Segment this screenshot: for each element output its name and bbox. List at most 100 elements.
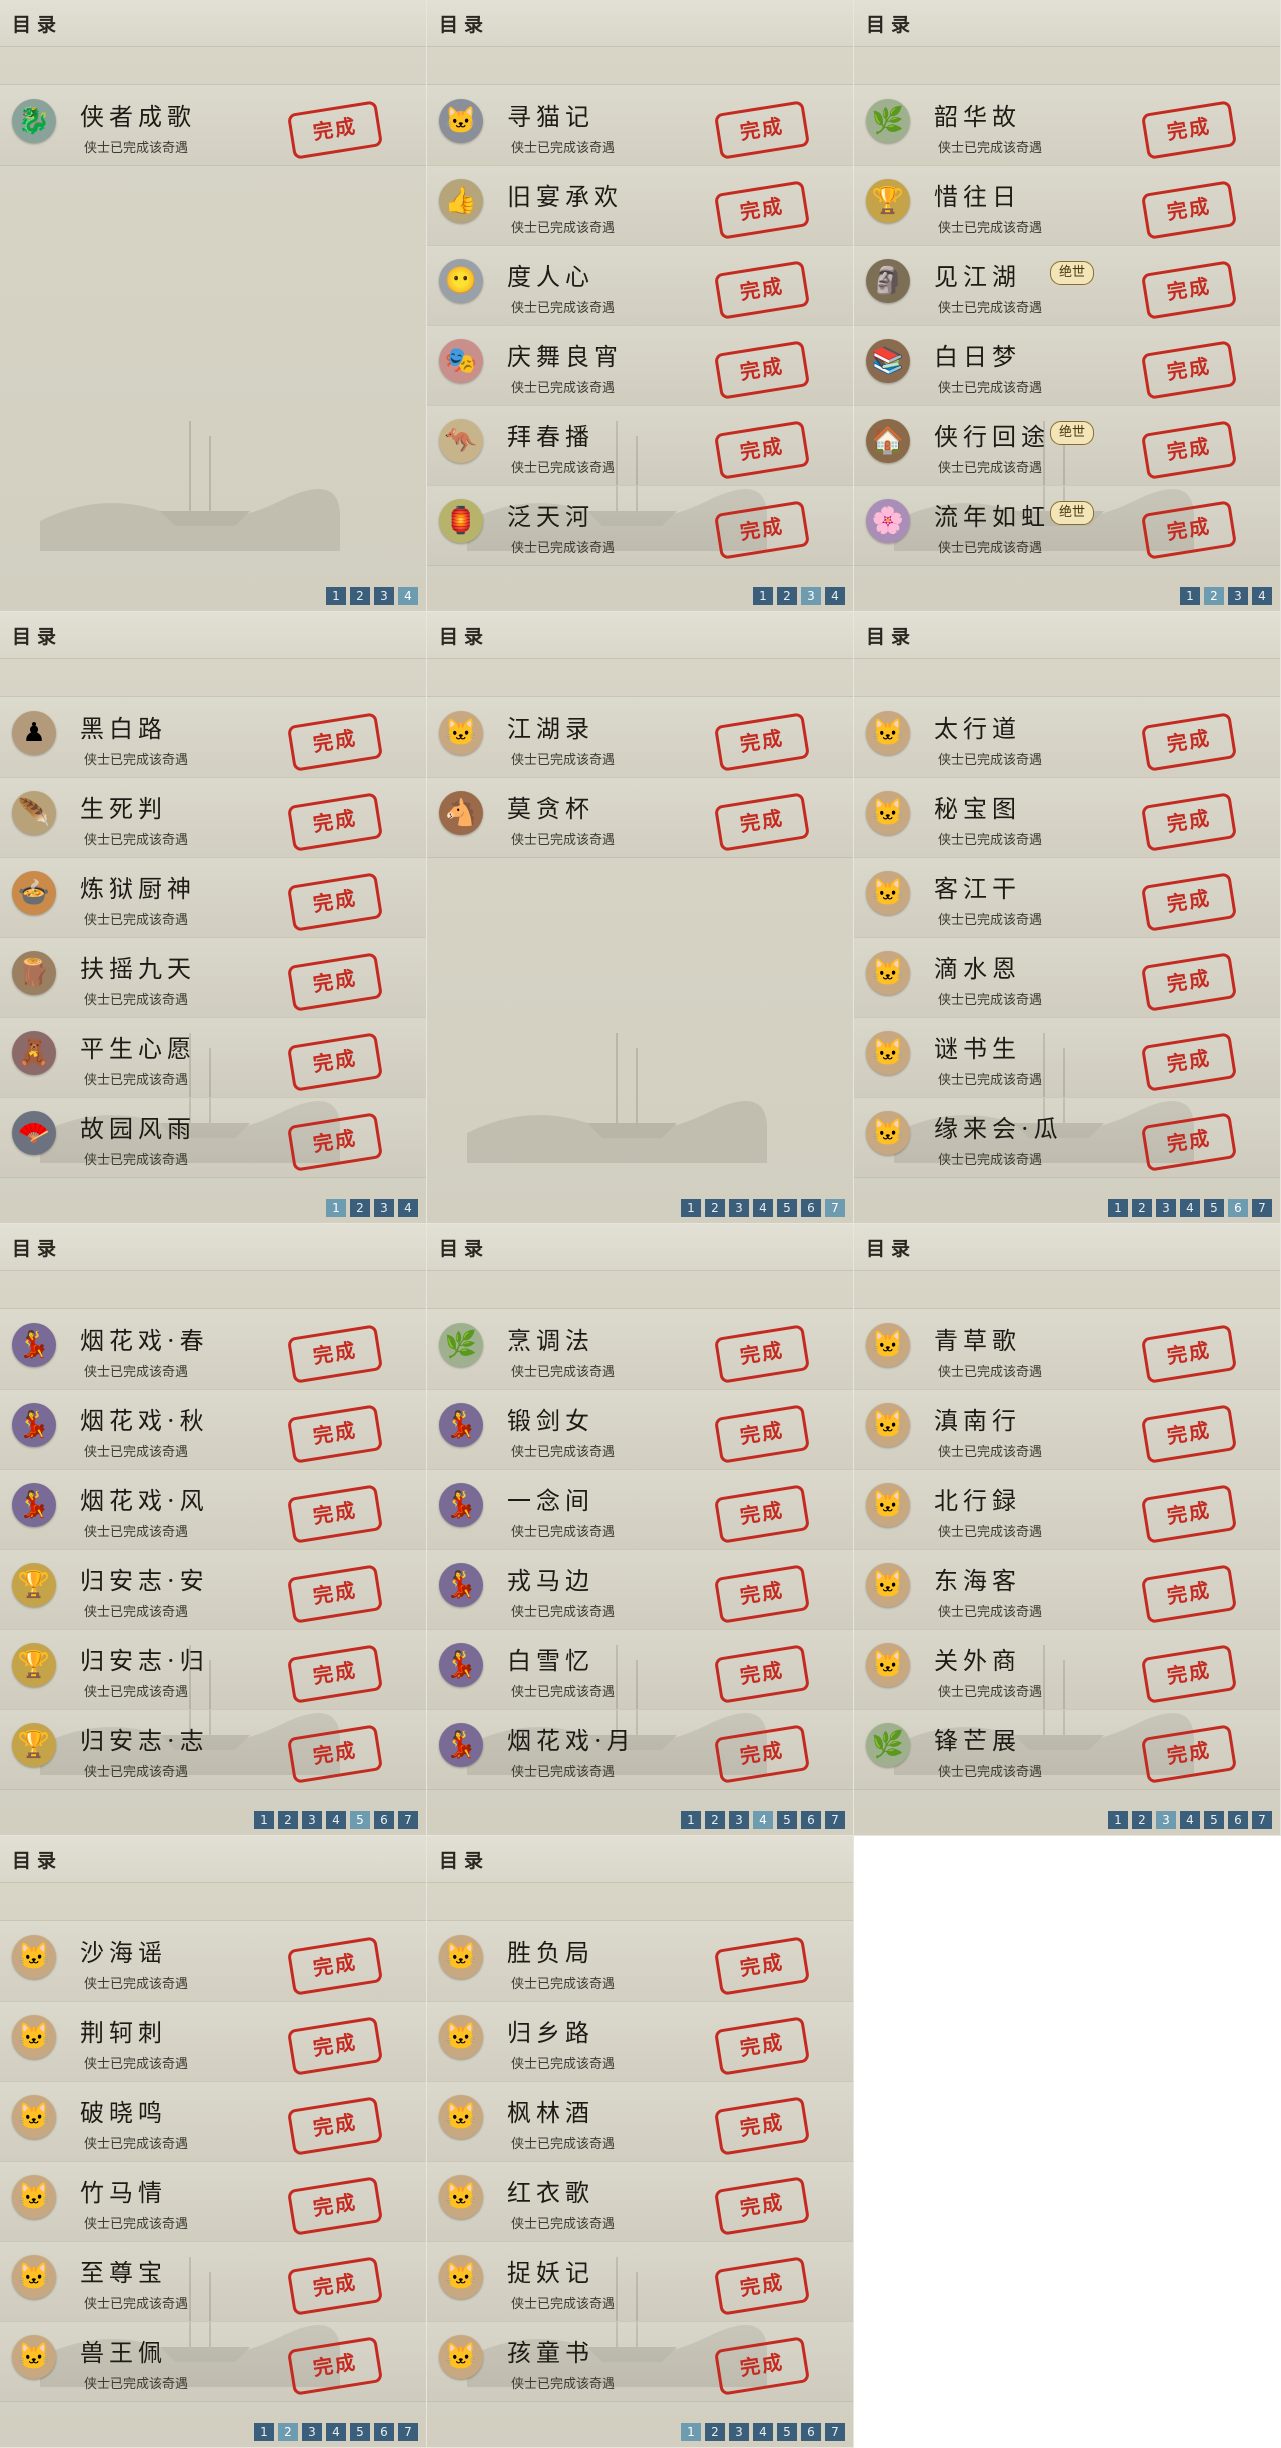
page-button[interactable]: 4 (753, 1811, 773, 1829)
encounter-list-item[interactable]: 🍲 炼狱厨神 侠士已完成该奇遇 完成 (0, 857, 426, 938)
page-button[interactable]: 1 (1180, 587, 1200, 605)
page-button[interactable]: 5 (1204, 1811, 1224, 1829)
page-button[interactable]: 2 (278, 1811, 298, 1829)
encounter-list-item[interactable]: 🐱 关外商 侠士已完成该奇遇 完成 (854, 1629, 1280, 1710)
page-button[interactable]: 3 (302, 1811, 322, 1829)
page-button[interactable]: 1 (681, 2423, 701, 2441)
encounter-list-item[interactable]: 💃 烟花戏·月 侠士已完成该奇遇 完成 (427, 1709, 853, 1790)
page-button[interactable]: 2 (705, 1811, 725, 1829)
page-button[interactable]: 4 (326, 2423, 346, 2441)
encounter-list-item[interactable]: 🐱 谜书生 侠士已完成该奇遇 完成 (854, 1017, 1280, 1098)
encounter-list-item[interactable]: 🐱 归乡路 侠士已完成该奇遇 完成 (427, 2001, 853, 2082)
page-button[interactable]: 1 (326, 1199, 346, 1217)
page-button[interactable]: 2 (1204, 587, 1224, 605)
page-button[interactable]: 7 (825, 1811, 845, 1829)
page-button[interactable]: 3 (374, 1199, 394, 1217)
encounter-list-item[interactable]: 💃 烟花戏·春 侠士已完成该奇遇 完成 (0, 1309, 426, 1390)
encounter-list-item[interactable]: 🎭 庆舞良宵 侠士已完成该奇遇 完成 (427, 325, 853, 406)
page-button[interactable]: 2 (350, 587, 370, 605)
encounter-list-item[interactable]: 🗿 见江湖 绝世 侠士已完成该奇遇 完成 (854, 245, 1280, 326)
page-button[interactable]: 4 (1252, 587, 1272, 605)
page-button[interactable]: 5 (350, 1811, 370, 1829)
page-button[interactable]: 1 (753, 587, 773, 605)
encounter-list-item[interactable]: 👍 旧宴承欢 侠士已完成该奇遇 完成 (427, 165, 853, 246)
encounter-list-item[interactable]: 🐱 北行録 侠士已完成该奇遇 完成 (854, 1469, 1280, 1550)
page-button[interactable]: 3 (729, 1811, 749, 1829)
page-button[interactable]: 4 (825, 587, 845, 605)
page-button[interactable]: 3 (1156, 1811, 1176, 1829)
page-button[interactable]: 6 (374, 2423, 394, 2441)
encounter-list-item[interactable]: 😶 度人心 侠士已完成该奇遇 完成 (427, 245, 853, 326)
encounter-list-item[interactable]: 🐱 客江干 侠士已完成该奇遇 完成 (854, 857, 1280, 938)
page-button[interactable]: 4 (1180, 1811, 1200, 1829)
page-button[interactable]: 6 (1228, 1811, 1248, 1829)
encounter-list-item[interactable]: 🐱 秘宝图 侠士已完成该奇遇 完成 (854, 777, 1280, 858)
encounter-list-item[interactable]: 🐱 红衣歌 侠士已完成该奇遇 完成 (427, 2161, 853, 2242)
page-button[interactable]: 6 (801, 1811, 821, 1829)
encounter-list-item[interactable]: 🌿 锋芒展 侠士已完成该奇遇 完成 (854, 1709, 1280, 1790)
page-button[interactable]: 3 (374, 587, 394, 605)
encounter-list-item[interactable]: 🪶 生死判 侠士已完成该奇遇 完成 (0, 777, 426, 858)
encounter-list-item[interactable]: 📚 白日梦 侠士已完成该奇遇 完成 (854, 325, 1280, 406)
page-button[interactable]: 2 (278, 2423, 298, 2441)
encounter-list-item[interactable]: 🐱 滴水恩 侠士已完成该奇遇 完成 (854, 937, 1280, 1018)
page-button[interactable]: 3 (1156, 1199, 1176, 1217)
page-button[interactable]: 1 (326, 587, 346, 605)
page-button[interactable]: 4 (753, 2423, 773, 2441)
encounter-list-item[interactable]: 🐱 孩童书 侠士已完成该奇遇 完成 (427, 2321, 853, 2402)
encounter-list-item[interactable]: 💃 锻剑女 侠士已完成该奇遇 完成 (427, 1389, 853, 1470)
encounter-list-item[interactable]: 🐴 莫贪杯 侠士已完成该奇遇 完成 (427, 777, 853, 858)
encounter-list-item[interactable]: 🐱 沙海谣 侠士已完成该奇遇 完成 (0, 1921, 426, 2002)
encounter-list-item[interactable]: 🐱 捉妖记 侠士已完成该奇遇 完成 (427, 2241, 853, 2322)
encounter-list-item[interactable]: 🏆 归安志·安 侠士已完成该奇遇 完成 (0, 1549, 426, 1630)
encounter-list-item[interactable]: 🐱 寻猫记 侠士已完成该奇遇 完成 (427, 85, 853, 166)
page-button[interactable]: 1 (254, 1811, 274, 1829)
encounter-list-item[interactable]: 🐱 破晓鸣 侠士已完成该奇遇 完成 (0, 2081, 426, 2162)
encounter-list-item[interactable]: 🐱 兽王佩 侠士已完成该奇遇 完成 (0, 2321, 426, 2402)
encounter-list-item[interactable]: 🐱 胜负局 侠士已完成该奇遇 完成 (427, 1921, 853, 2002)
encounter-list-item[interactable]: 🐱 至尊宝 侠士已完成该奇遇 完成 (0, 2241, 426, 2322)
page-button[interactable]: 4 (398, 587, 418, 605)
page-button[interactable]: 5 (777, 2423, 797, 2441)
page-button[interactable]: 2 (705, 1199, 725, 1217)
page-button[interactable]: 1 (1108, 1199, 1128, 1217)
page-button[interactable]: 1 (254, 2423, 274, 2441)
encounter-list-item[interactable]: 🌿 韶华故 侠士已完成该奇遇 完成 (854, 85, 1280, 166)
page-button[interactable]: 4 (753, 1199, 773, 1217)
page-button[interactable]: 3 (801, 587, 821, 605)
page-button[interactable]: 3 (729, 2423, 749, 2441)
encounter-list-item[interactable]: 💃 白雪忆 侠士已完成该奇遇 完成 (427, 1629, 853, 1710)
page-button[interactable]: 4 (326, 1811, 346, 1829)
encounter-list-item[interactable]: 🪭 故园风雨 侠士已完成该奇遇 完成 (0, 1097, 426, 1178)
page-button[interactable]: 2 (777, 587, 797, 605)
page-button[interactable]: 2 (350, 1199, 370, 1217)
encounter-list-item[interactable]: 🧸 平生心愿 侠士已完成该奇遇 完成 (0, 1017, 426, 1098)
encounter-list-item[interactable]: 🐱 荆轲刺 侠士已完成该奇遇 完成 (0, 2001, 426, 2082)
page-button[interactable]: 7 (1252, 1811, 1272, 1829)
page-button[interactable]: 7 (398, 2423, 418, 2441)
page-button[interactable]: 3 (729, 1199, 749, 1217)
page-button[interactable]: 6 (801, 1199, 821, 1217)
encounter-list-item[interactable]: 🏆 归安志·志 侠士已完成该奇遇 完成 (0, 1709, 426, 1790)
encounter-list-item[interactable]: 🐱 东海客 侠士已完成该奇遇 完成 (854, 1549, 1280, 1630)
page-button[interactable]: 1 (1108, 1811, 1128, 1829)
page-button[interactable]: 5 (1204, 1199, 1224, 1217)
encounter-list-item[interactable]: 🐱 枫林酒 侠士已完成该奇遇 完成 (427, 2081, 853, 2162)
encounter-list-item[interactable]: 🐱 竹马情 侠士已完成该奇遇 完成 (0, 2161, 426, 2242)
encounter-list-item[interactable]: 💃 烟花戏·风 侠士已完成该奇遇 完成 (0, 1469, 426, 1550)
encounter-list-item[interactable]: 🪵 扶摇九天 侠士已完成该奇遇 完成 (0, 937, 426, 1018)
page-button[interactable]: 6 (374, 1811, 394, 1829)
page-button[interactable]: 3 (302, 2423, 322, 2441)
page-button[interactable]: 7 (825, 1199, 845, 1217)
page-button[interactable]: 4 (398, 1199, 418, 1217)
encounter-list-item[interactable]: 🏠 侠行回途 绝世 侠士已完成该奇遇 完成 (854, 405, 1280, 486)
encounter-list-item[interactable]: 🐱 江湖录 侠士已完成该奇遇 完成 (427, 697, 853, 778)
encounter-list-item[interactable]: 💃 一念间 侠士已完成该奇遇 完成 (427, 1469, 853, 1550)
page-button[interactable]: 1 (681, 1811, 701, 1829)
encounter-list-item[interactable]: ♟ 黑白路 侠士已完成该奇遇 完成 (0, 697, 426, 778)
encounter-list-item[interactable]: 🐱 太行道 侠士已完成该奇遇 完成 (854, 697, 1280, 778)
encounter-list-item[interactable]: 🏮 泛天河 侠士已完成该奇遇 完成 (427, 485, 853, 566)
page-button[interactable]: 6 (801, 2423, 821, 2441)
encounter-list-item[interactable]: 🏆 归安志·归 侠士已完成该奇遇 完成 (0, 1629, 426, 1710)
encounter-list-item[interactable]: 💃 烟花戏·秋 侠士已完成该奇遇 完成 (0, 1389, 426, 1470)
